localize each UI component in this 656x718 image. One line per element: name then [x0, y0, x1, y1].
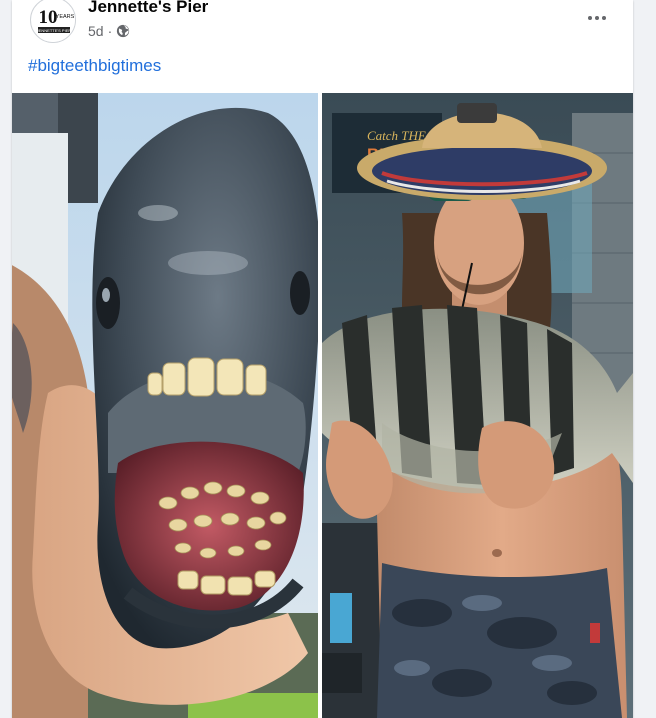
photo-grid: Catch THE BIG ONES	[12, 93, 633, 718]
more-options-button[interactable]	[583, 6, 611, 30]
svg-text:10: 10	[39, 7, 58, 28]
page-name-link[interactable]: Jennette's Pier	[88, 0, 208, 17]
sheepshead-teeth-closeup-photo[interactable]	[12, 93, 318, 718]
svg-text:YEARS: YEARS	[56, 14, 75, 20]
post-timestamp[interactable]: 5d	[88, 22, 104, 40]
globe-icon[interactable]	[116, 24, 130, 38]
post-card: 10 YEARS JENNETTE'S PIER Jennette's Pier…	[12, 0, 633, 718]
meta-separator: ·	[107, 23, 113, 39]
hashtag-link[interactable]: #bigteethbigtimes	[28, 56, 161, 76]
man-holding-sheepshead-photo[interactable]: Catch THE BIG ONES	[322, 93, 633, 718]
page-avatar[interactable]: 10 YEARS JENNETTE'S PIER	[30, 0, 76, 43]
pier-logo: 10 YEARS JENNETTE'S PIER	[32, 0, 75, 42]
svg-text:JENNETTE'S PIER: JENNETTE'S PIER	[37, 28, 72, 33]
post-meta: 5d ·	[88, 22, 130, 40]
more-options-icon	[588, 16, 592, 20]
